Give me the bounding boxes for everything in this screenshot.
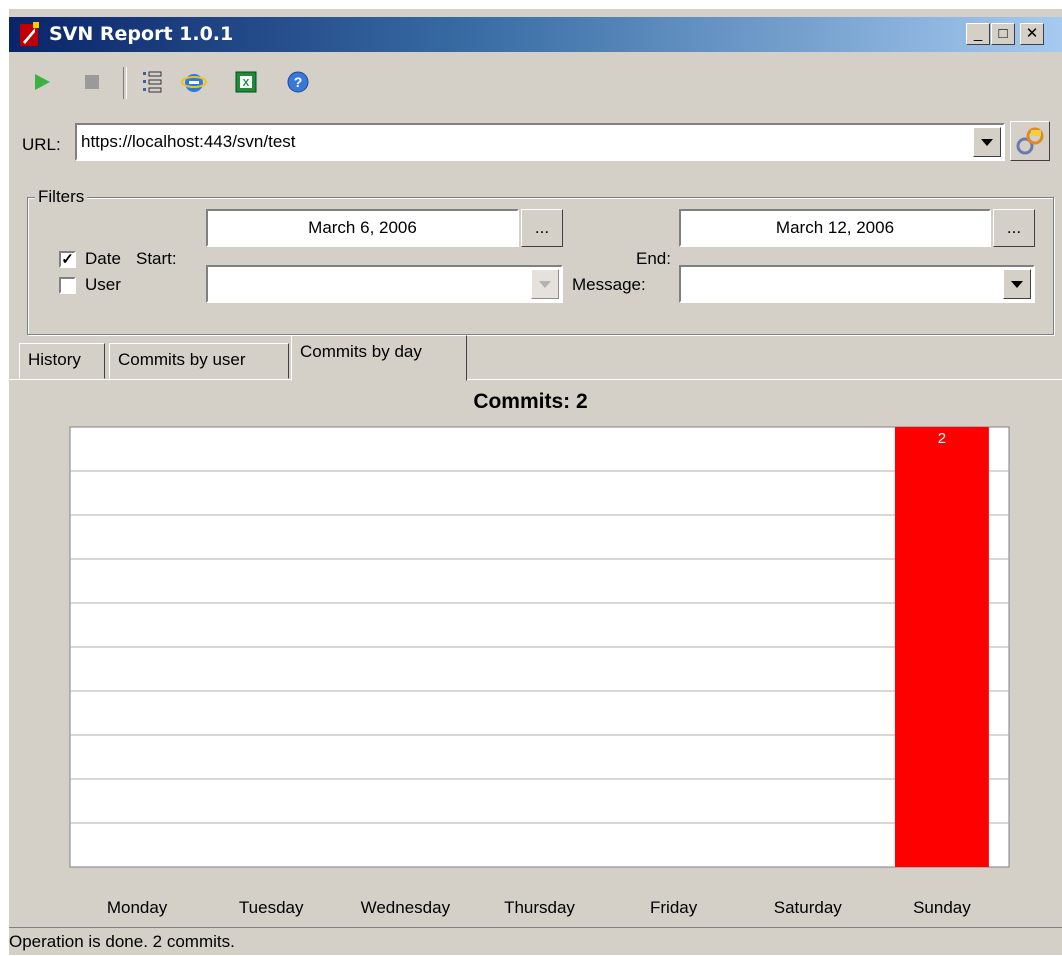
start-label: Start:: [136, 249, 177, 268]
connection-icon: [1016, 127, 1044, 155]
toolbar-separator: [123, 67, 127, 99]
run-button[interactable]: [27, 67, 57, 97]
stop-icon: [85, 75, 99, 89]
tab-commits-by-day[interactable]: Commits by day: [291, 335, 467, 381]
status-text: Operation is done. 2 commits.: [9, 932, 235, 951]
commits-by-day-chart: Commits: 2 Monday Tuesday Wednesday Thursday…: [69, 390, 1010, 917]
browser-button[interactable]: [179, 67, 209, 97]
message-dropdown-button[interactable]: [1003, 269, 1031, 299]
svg-text:?: ?: [294, 74, 303, 90]
user-dropdown-button[interactable]: [531, 269, 559, 299]
app-icon: [20, 22, 39, 46]
start-date-field[interactable]: March 6, 2006: [206, 209, 519, 247]
url-combobox[interactable]: https://localhost:443/svn/test: [75, 123, 1005, 161]
list-icon: [143, 71, 162, 93]
play-icon: [35, 74, 50, 90]
tick-label-friday: Friday: [650, 898, 698, 917]
minimize-button[interactable]: _: [966, 23, 990, 45]
bar-sunday: [894, 427, 989, 867]
end-label: End:: [636, 249, 671, 268]
filters-group-title: Filters: [35, 187, 88, 207]
chevron-down-icon: [981, 138, 993, 146]
help-icon: ?: [287, 71, 309, 93]
user-checkbox[interactable]: [59, 277, 76, 294]
close-icon: ✕: [1025, 25, 1039, 42]
app-window: SVN Report 1.0.1 _ □ ✕ X ? URL: https://…: [9, 9, 1062, 955]
message-combobox[interactable]: [679, 265, 1035, 303]
status-bar: Operation is done. 2 commits.: [9, 927, 1062, 956]
close-button[interactable]: ✕: [1020, 23, 1044, 45]
stop-button[interactable]: [77, 67, 107, 97]
message-label: Message:: [572, 275, 646, 294]
help-button[interactable]: ?: [283, 67, 313, 97]
tab-history[interactable]: History: [19, 343, 105, 379]
list-button[interactable]: [137, 67, 167, 97]
url-value[interactable]: https://localhost:443/svn/test: [81, 132, 296, 152]
commits-by-day-panel: Commits: 2 Monday Tuesday Wednesday Thursday…: [9, 379, 1062, 928]
date-label: Date: [85, 249, 121, 268]
user-label: User: [85, 275, 121, 294]
connect-button[interactable]: [1010, 121, 1050, 161]
chart-title: Commits: 2: [473, 390, 587, 413]
tick-label-tuesday: Tuesday: [239, 898, 304, 917]
tab-commits-by-user[interactable]: Commits by user: [109, 343, 289, 379]
toolbar: X ?: [9, 57, 1062, 109]
data-label-sunday: 2: [938, 430, 946, 447]
end-date-field[interactable]: March 12, 2006: [679, 209, 991, 247]
date-checkbox[interactable]: ✓: [59, 251, 76, 268]
window-title: SVN Report 1.0.1: [49, 23, 234, 45]
start-date-browse-button[interactable]: ...: [521, 209, 563, 247]
end-date-browse-button[interactable]: ...: [993, 209, 1035, 247]
excel-icon: X: [235, 71, 257, 93]
minimize-icon: _: [973, 25, 983, 42]
internet-explorer-icon: [181, 74, 207, 92]
url-dropdown-button[interactable]: [973, 127, 1001, 157]
maximize-icon: □: [998, 25, 1008, 42]
svg-text:X: X: [243, 78, 250, 89]
chevron-down-icon: [539, 280, 551, 288]
user-combobox[interactable]: [206, 265, 563, 303]
tick-label-wednesday: Wednesday: [361, 898, 451, 917]
excel-export-button[interactable]: X: [231, 67, 261, 97]
tick-label-monday: Monday: [107, 898, 168, 917]
start-date-value: March 6, 2006: [308, 218, 417, 237]
tick-label-thursday: Thursday: [504, 898, 575, 917]
checkmark-icon: ✓: [61, 251, 74, 268]
end-date-value: March 12, 2006: [775, 218, 895, 237]
tick-label-sunday: Sunday: [913, 898, 971, 917]
chevron-down-icon: [1011, 280, 1023, 288]
url-label: URL:: [22, 135, 61, 154]
title-bar[interactable]: SVN Report 1.0.1 _ □ ✕: [9, 17, 1062, 52]
tick-label-saturday: Saturday: [774, 898, 843, 917]
maximize-button[interactable]: □: [991, 23, 1015, 45]
